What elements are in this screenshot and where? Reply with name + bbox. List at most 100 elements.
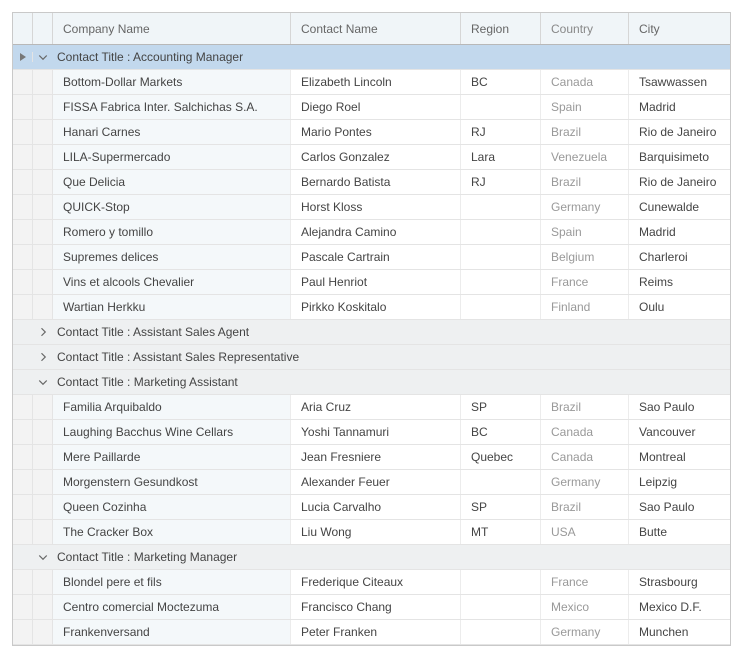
table-row[interactable]: Que DeliciaBernardo BatistaRJBrazilRio d… [13,170,730,195]
cell-country[interactable]: Germany [541,620,629,644]
table-row[interactable]: Hanari CarnesMario PontesRJBrazilRio de … [13,120,730,145]
cell-company[interactable]: Blondel pere et fils [53,570,291,594]
table-row[interactable]: FISSA Fabrica Inter. Salchichas S.A.Dieg… [13,95,730,120]
table-row[interactable]: Romero y tomilloAlejandra CaminoSpainMad… [13,220,730,245]
cell-region[interactable] [461,295,541,319]
cell-company[interactable]: Supremes delices [53,245,291,269]
cell-country[interactable]: France [541,270,629,294]
cell-company[interactable]: Queen Cozinha [53,495,291,519]
column-header-region[interactable]: Region [461,13,541,44]
cell-city[interactable]: Sao Paulo [629,395,730,419]
cell-contact[interactable]: Jean Fresniere [291,445,461,469]
cell-contact[interactable]: Carlos Gonzalez [291,145,461,169]
cell-contact[interactable]: Paul Henriot [291,270,461,294]
column-header-country[interactable]: Country [541,13,629,44]
cell-city[interactable]: Mexico D.F. [629,595,730,619]
chevron-down-icon[interactable] [33,551,53,563]
cell-city[interactable]: Munchen [629,620,730,644]
cell-country[interactable]: Finland [541,295,629,319]
cell-company[interactable]: Laughing Bacchus Wine Cellars [53,420,291,444]
cell-country[interactable]: France [541,570,629,594]
cell-contact[interactable]: Alejandra Camino [291,220,461,244]
table-row[interactable]: FrankenversandPeter Franken GermanyMunche… [13,620,730,645]
cell-country[interactable]: Spain [541,95,629,119]
cell-city[interactable]: Rio de Janeiro [629,170,730,194]
cell-region[interactable]: SP [461,495,541,519]
table-row[interactable]: Laughing Bacchus Wine CellarsYoshi Tanna… [13,420,730,445]
chevron-right-icon[interactable] [33,326,53,338]
cell-country[interactable]: Venezuela [541,145,629,169]
cell-region[interactable] [461,220,541,244]
cell-contact[interactable]: Bernardo Batista [291,170,461,194]
cell-company[interactable]: Bottom-Dollar Markets [53,70,291,94]
cell-country[interactable]: Canada [541,420,629,444]
cell-contact[interactable]: Frederique Citeaux [291,570,461,594]
cell-region[interactable] [461,270,541,294]
table-row[interactable]: Vins et alcools ChevalierPaul HenriotFra… [13,270,730,295]
cell-region[interactable] [461,245,541,269]
column-header-contact[interactable]: Contact Name [291,13,461,44]
table-row[interactable]: Queen CozinhaLucia CarvalhoSPBrazilSao P… [13,495,730,520]
cell-company[interactable]: Wartian Herkku [53,295,291,319]
chevron-down-icon[interactable] [33,51,53,63]
table-row[interactable]: Mere PaillardeJean FresniereQuebecCanada… [13,445,730,470]
cell-contact[interactable]: Francisco Chang [291,595,461,619]
cell-region[interactable] [461,570,541,594]
cell-region[interactable]: MT [461,520,541,544]
cell-city[interactable]: Tsawwassen [629,70,730,94]
cell-country[interactable]: Belgium [541,245,629,269]
cell-contact[interactable]: Lucia Carvalho [291,495,461,519]
table-row[interactable]: Familia ArquibaldoAria CruzSPBrazilSao P… [13,395,730,420]
table-row[interactable]: The Cracker BoxLiu WongMTUSAButte [13,520,730,545]
group-header[interactable]: Contact Title : Assistant Sales Agent [13,320,730,345]
group-header[interactable]: Contact Title : Marketing Assistant [13,370,730,395]
cell-country[interactable]: Brazil [541,395,629,419]
cell-region[interactable]: RJ [461,170,541,194]
cell-country[interactable]: Mexico [541,595,629,619]
cell-contact[interactable]: Horst Kloss [291,195,461,219]
cell-city[interactable]: Cunewalde [629,195,730,219]
group-header[interactable]: Contact Title : Assistant Sales Represen… [13,345,730,370]
cell-contact[interactable]: Elizabeth Lincoln [291,70,461,94]
cell-country[interactable]: USA [541,520,629,544]
table-row[interactable]: Morgenstern GesundkostAlexander Feuer Ger… [13,470,730,495]
cell-region[interactable] [461,95,541,119]
cell-company[interactable]: QUICK-Stop [53,195,291,219]
chevron-down-icon[interactable] [33,376,53,388]
cell-region[interactable]: SP [461,395,541,419]
cell-country[interactable]: Germany [541,470,629,494]
cell-city[interactable]: Leipzig [629,470,730,494]
cell-company[interactable]: Morgenstern Gesundkost [53,470,291,494]
cell-country[interactable]: Canada [541,445,629,469]
column-header-company[interactable]: Company Name [53,13,291,44]
cell-region[interactable]: RJ [461,120,541,144]
cell-city[interactable]: Charleroi [629,245,730,269]
cell-contact[interactable]: Peter Franken [291,620,461,644]
cell-contact[interactable]: Pascale Cartrain [291,245,461,269]
cell-contact[interactable]: Diego Roel [291,95,461,119]
cell-country[interactable]: Brazil [541,120,629,144]
cell-country[interactable]: Canada [541,70,629,94]
cell-company[interactable]: Centro comercial Moctezuma [53,595,291,619]
cell-city[interactable]: Barquisimeto [629,145,730,169]
table-row[interactable]: Bottom-Dollar MarketsElizabeth LincolnBC… [13,70,730,95]
cell-company[interactable]: Familia Arquibaldo [53,395,291,419]
cell-contact[interactable]: Yoshi Tannamuri [291,420,461,444]
cell-country[interactable]: Spain [541,220,629,244]
cell-city[interactable]: Vancouver [629,420,730,444]
cell-city[interactable]: Madrid [629,220,730,244]
table-row[interactable]: LILA-SupermercadoCarlos GonzalezLaraVene… [13,145,730,170]
chevron-right-icon[interactable] [33,351,53,363]
table-row[interactable]: Blondel pere et filsFrederique Citeaux Fr… [13,570,730,595]
cell-city[interactable]: Montreal [629,445,730,469]
cell-contact[interactable]: Alexander Feuer [291,470,461,494]
cell-region[interactable] [461,195,541,219]
cell-region[interactable]: Quebec [461,445,541,469]
cell-company[interactable]: Frankenversand [53,620,291,644]
cell-contact[interactable]: Mario Pontes [291,120,461,144]
table-row[interactable]: Centro comercial MoctezumaFrancisco Chan… [13,595,730,620]
cell-city[interactable]: Strasbourg [629,570,730,594]
cell-city[interactable]: Rio de Janeiro [629,120,730,144]
cell-region[interactable] [461,470,541,494]
cell-city[interactable]: Reims [629,270,730,294]
